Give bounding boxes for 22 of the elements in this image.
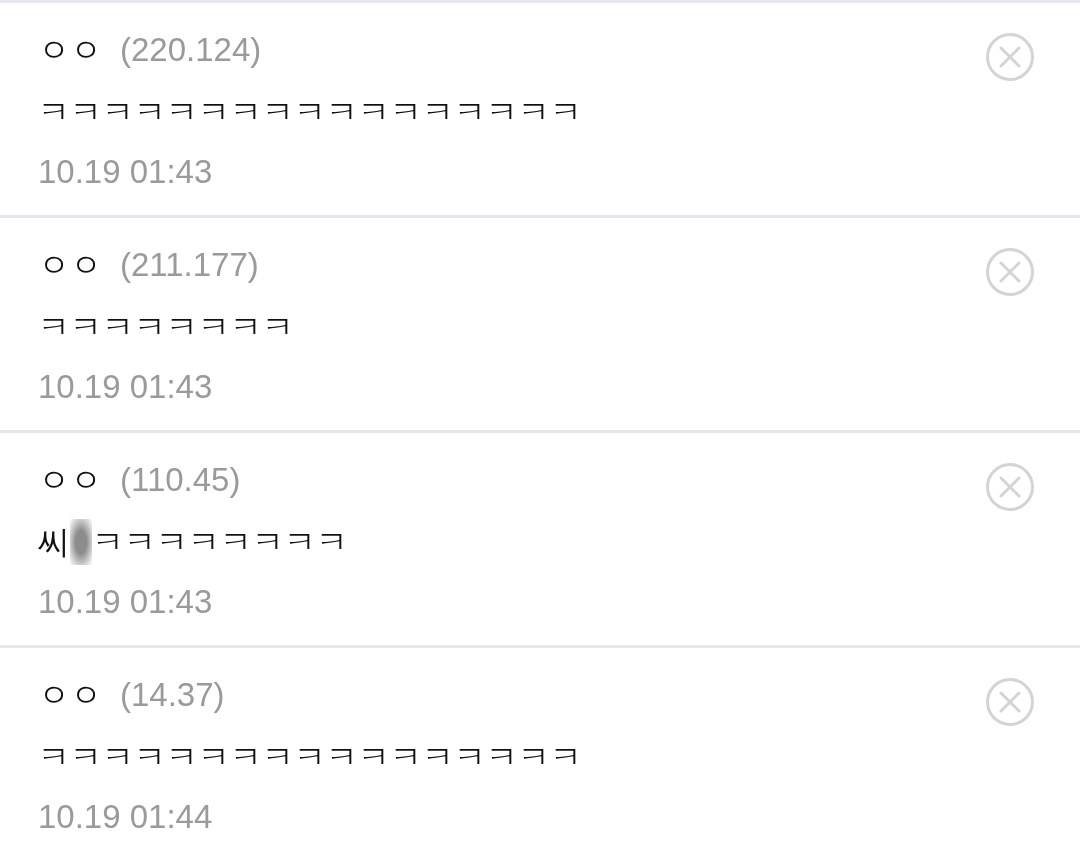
- comment-text: ㅋㅋㅋㅋㅋㅋㅋㅋ: [38, 307, 294, 347]
- comment-text: ㅋㅋㅋㅋㅋㅋㅋㅋㅋㅋㅋㅋㅋㅋㅋㅋㅋ: [38, 737, 582, 777]
- close-icon[interactable]: [986, 33, 1034, 81]
- comment-author: ㅇㅇ: [38, 675, 102, 715]
- ip-address: (14.37): [120, 675, 225, 715]
- close-icon[interactable]: [986, 248, 1034, 296]
- comment-time: 10.19 01:43: [38, 367, 214, 407]
- ip-address: (211.177): [120, 245, 259, 285]
- comment-time: 10.19 01:43: [38, 582, 214, 622]
- ip-address: (220.124): [120, 30, 262, 70]
- ip-address: (110.45): [120, 460, 241, 500]
- comment-time: 10.19 01:44: [38, 797, 214, 837]
- comment-author: ㅇㅇ: [38, 245, 102, 285]
- close-icon[interactable]: [986, 463, 1034, 511]
- censor-blur: [70, 519, 92, 565]
- comment-text: ㅋㅋㅋㅋㅋㅋㅋㅋㅋㅋㅋㅋㅋㅋㅋㅋㅋ: [38, 92, 582, 132]
- close-icon[interactable]: [986, 678, 1034, 726]
- comment-time: 10.19 01:43: [38, 152, 214, 192]
- comment-text: 씨: [38, 522, 70, 562]
- comment-author: ㅇㅇ: [38, 30, 102, 70]
- comment-text: ㅋㅋㅋㅋㅋㅋㅋㅋ: [92, 522, 348, 562]
- comment-author: ㅇㅇ: [38, 460, 102, 500]
